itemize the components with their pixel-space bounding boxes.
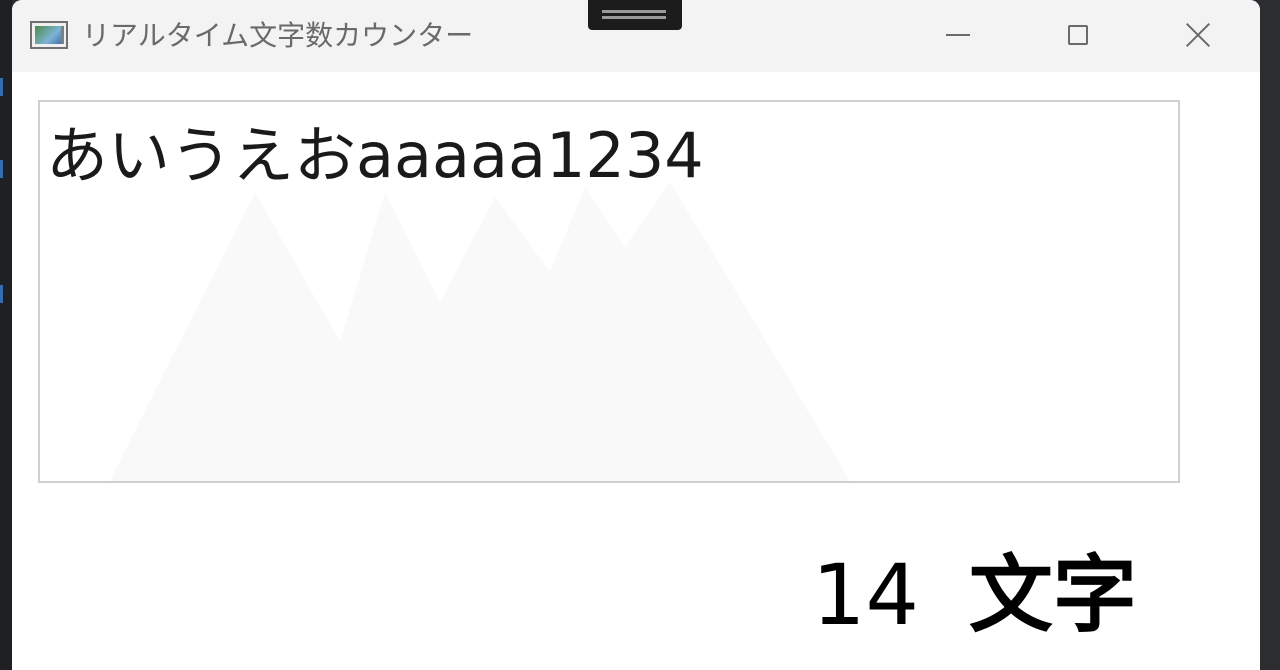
close-icon (1184, 21, 1212, 49)
maximize-button[interactable] (1048, 12, 1108, 58)
maximize-icon (1068, 25, 1088, 45)
window-title: リアルタイム文字数カウンター (82, 19, 474, 52)
minimize-button[interactable] (928, 12, 988, 58)
character-count-display: 14 文字 (812, 540, 1137, 650)
background-editor (0, 0, 12, 670)
app-window-icon (30, 21, 68, 49)
app-window: リアルタイム文字数カウンター あいうえおaaaaa1234 14 文字 (12, 0, 1260, 670)
snap-layout-handle[interactable] (588, 0, 682, 30)
character-count-unit: 文字 (968, 546, 1137, 644)
input-text-value: あいうえおaaaaa1234 (46, 119, 704, 192)
character-count-number: 14 (812, 546, 919, 644)
text-input-area[interactable]: あいうえおaaaaa1234 (38, 100, 1180, 483)
close-button[interactable] (1168, 12, 1228, 58)
minimize-icon (946, 34, 970, 36)
